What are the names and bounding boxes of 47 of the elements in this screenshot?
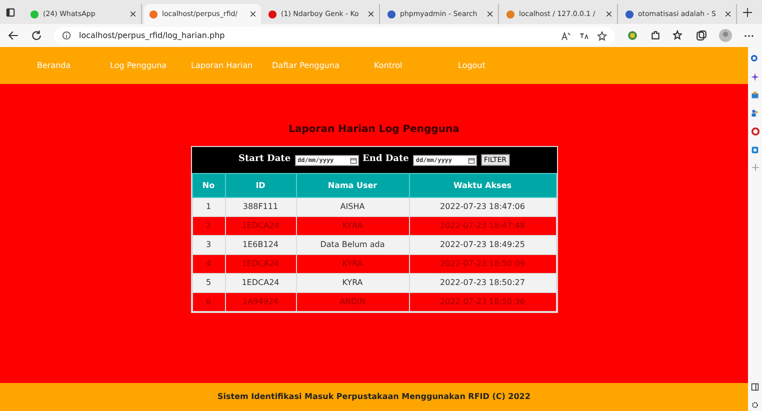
column-header: Waktu Akses [409, 174, 556, 198]
collections-icon[interactable] [696, 30, 707, 41]
column-header: No [192, 174, 225, 198]
page-title: Laporan Harian Log Pengguna [288, 123, 460, 137]
calendar-icon[interactable] [350, 156, 357, 164]
table-cell: 1A94924 [225, 292, 296, 312]
close-icon[interactable] [725, 11, 731, 17]
filter-label: Start Date [238, 153, 291, 166]
table-cell: ANDIN [296, 292, 409, 312]
favicon-icon [387, 10, 396, 18]
favicon-icon [268, 10, 277, 18]
tab-actions-icon[interactable] [6, 8, 15, 16]
close-icon[interactable] [250, 11, 256, 17]
close-icon[interactable] [606, 11, 612, 17]
translate-icon[interactable] [579, 30, 589, 40]
search-icon[interactable] [751, 55, 759, 63]
close-icon[interactable] [130, 11, 136, 17]
favorite-star-icon[interactable] [597, 30, 607, 40]
info-icon[interactable] [62, 31, 71, 40]
favicon-icon [149, 10, 158, 18]
bag-icon[interactable] [751, 91, 759, 99]
back-icon[interactable] [8, 30, 19, 41]
address-bar[interactable]: localhost/perpus_rfid/log_harian.php [54, 26, 615, 44]
new-tab-icon[interactable] [743, 8, 752, 16]
close-icon[interactable] [487, 11, 493, 17]
favicon-icon [506, 10, 515, 18]
ring-icon[interactable] [750, 127, 760, 136]
reload-icon[interactable] [31, 30, 42, 41]
sidebar-toggle-icon[interactable] [751, 383, 759, 391]
column-header: ID [225, 174, 296, 198]
profile-avatar-icon[interactable] [719, 29, 732, 42]
calendar-icon[interactable] [468, 156, 475, 164]
sparkle-icon[interactable] [751, 73, 759, 81]
footer-text: Sistem Identifikasi Masuk Perpustakaan Menggunakan RFID (C) 2022 [218, 391, 530, 403]
favicon-icon [30, 10, 39, 18]
favorites-icon[interactable] [673, 30, 684, 41]
table-cell: 2022-07-23 18:50:36 [409, 292, 556, 312]
settings-icon[interactable] [751, 401, 759, 409]
column-header: Nama User [296, 174, 409, 198]
url-text: localhost/perpus_rfid/log_harian.php [79, 30, 225, 42]
filter-label: End Date [362, 153, 409, 166]
read-aloud-icon[interactable] [561, 30, 571, 40]
close-icon[interactable] [368, 11, 374, 17]
people-icon[interactable] [751, 109, 759, 117]
table-cell: 6 [192, 292, 225, 312]
favicon-icon [625, 10, 634, 18]
extension-icon[interactable] [627, 30, 638, 41]
